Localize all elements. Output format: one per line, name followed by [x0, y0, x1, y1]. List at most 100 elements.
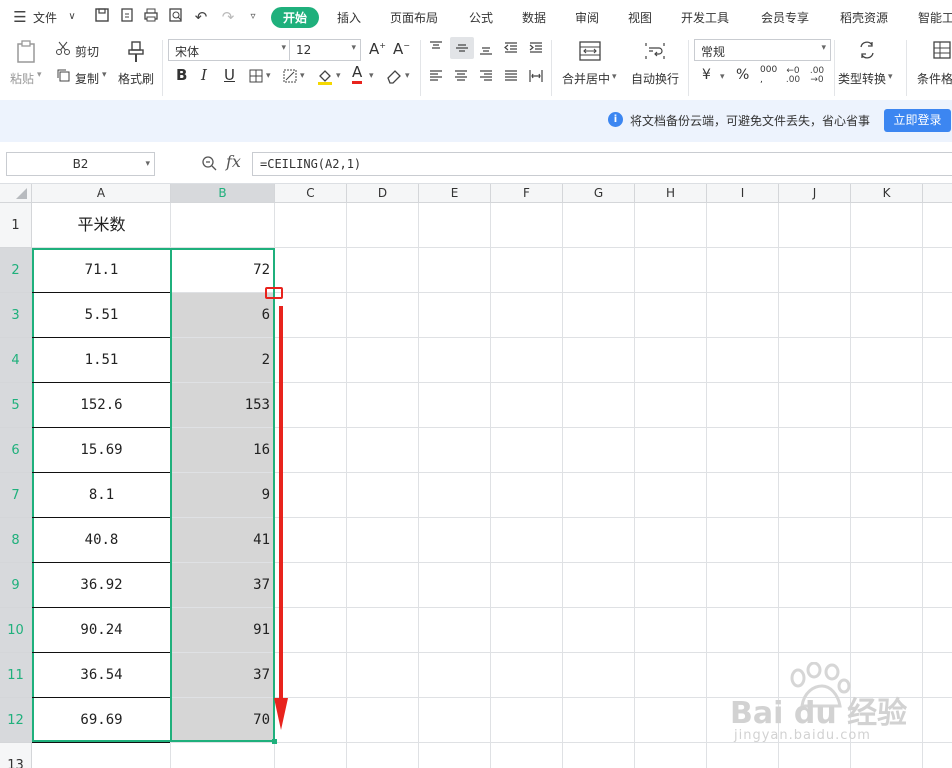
row-header-2[interactable]: 2 [0, 248, 32, 293]
align-top-icon[interactable] [428, 40, 444, 56]
number-format-dropdown[interactable]: 常规 ▾ [694, 39, 831, 61]
name-box[interactable]: B2 ▾ [6, 152, 155, 176]
cell-b1[interactable] [172, 203, 273, 247]
decrease-indent-icon[interactable] [503, 40, 519, 56]
currency-dropdown-icon[interactable]: ▾ [720, 72, 725, 82]
tab-docer-resources[interactable]: 稻壳资源 [840, 9, 888, 26]
increase-indent-icon[interactable] [528, 40, 544, 56]
copy-dropdown-icon[interactable]: ▾ [102, 70, 107, 80]
cut-button[interactable]: 剪切 [75, 43, 99, 60]
percent-icon[interactable]: % [736, 67, 749, 83]
tab-insert[interactable]: 插入 [337, 9, 361, 26]
tab-home[interactable]: 开始 [271, 7, 320, 28]
tab-review[interactable]: 审阅 [575, 9, 599, 26]
wrap-text-button[interactable]: 自动换行 [631, 70, 679, 87]
tab-view[interactable]: 视图 [628, 9, 652, 26]
align-center-icon[interactable] [453, 68, 469, 84]
column-header-a[interactable]: A [32, 184, 171, 203]
column-header-j[interactable]: J [779, 184, 851, 203]
tab-data[interactable]: 数据 [522, 9, 546, 26]
borders-icon[interactable] [248, 68, 264, 84]
tab-smart-tools[interactable]: 智能工 [918, 9, 952, 26]
type-convert-dropdown-icon[interactable]: ▾ [888, 72, 893, 82]
redo-icon[interactable]: ↷ [218, 7, 238, 27]
row-header-11[interactable]: 11 [0, 653, 32, 698]
chevron-down-icon[interactable]: ▾ [145, 153, 150, 175]
selection-range-b2-b12[interactable] [170, 248, 275, 742]
merge-center-icon[interactable] [577, 40, 603, 64]
fill-pattern-icon[interactable] [282, 68, 298, 84]
print-icon[interactable] [141, 7, 161, 27]
column-header-c[interactable]: C [275, 184, 347, 203]
align-right-icon[interactable] [478, 68, 494, 84]
quick-access-more-icon[interactable]: ▿ [243, 7, 263, 27]
formula-input[interactable]: =CEILING(A2,1) [252, 152, 952, 176]
format-painter-icon[interactable] [124, 40, 148, 66]
column-header-h[interactable]: H [635, 184, 707, 203]
hamburger-menu-icon[interactable]: ☰ [10, 7, 30, 27]
file-menu[interactable]: 文件 [33, 9, 57, 26]
column-header-e[interactable]: E [419, 184, 491, 203]
row-header-1[interactable]: 1 [0, 203, 32, 248]
select-all-corner[interactable] [0, 184, 32, 203]
scissors-icon[interactable] [54, 40, 72, 58]
format-painter-button[interactable]: 格式刷 [118, 70, 154, 87]
zoom-formula-icon[interactable] [201, 155, 217, 171]
font-color-icon[interactable]: A [352, 64, 363, 84]
clear-format-dropdown-icon[interactable]: ▾ [405, 71, 410, 81]
justify-icon[interactable] [503, 68, 519, 84]
row-header-10[interactable]: 10 [0, 608, 32, 653]
italic-icon[interactable]: I [201, 66, 207, 84]
column-header-d[interactable]: D [347, 184, 419, 203]
bold-icon[interactable]: B [176, 66, 187, 84]
font-name-dropdown[interactable]: 宋体 ▾ [168, 39, 291, 61]
copy-icon[interactable] [54, 67, 72, 85]
type-convert-icon[interactable] [856, 40, 878, 62]
tab-formulas[interactable]: 公式 [469, 9, 493, 26]
borders-dropdown-icon[interactable]: ▾ [266, 71, 271, 81]
increase-font-size-icon[interactable]: A+ [369, 40, 386, 58]
chevron-down-icon[interactable]: ∨ [62, 7, 82, 27]
align-bottom-icon[interactable] [478, 40, 494, 56]
font-size-dropdown[interactable]: 12 ▾ [289, 39, 361, 61]
row-header-7[interactable]: 7 [0, 473, 32, 518]
paste-label[interactable]: 粘贴 [10, 70, 34, 87]
fill-pattern-dropdown-icon[interactable]: ▾ [300, 71, 305, 81]
save-icon[interactable] [92, 7, 112, 27]
tab-page-layout[interactable]: 页面布局 [390, 9, 438, 26]
tab-developer[interactable]: 开发工具 [681, 9, 729, 26]
tab-member[interactable]: 会员专享 [761, 9, 809, 26]
clear-format-icon[interactable] [385, 67, 403, 85]
login-button[interactable]: 立即登录 [884, 109, 951, 132]
currency-icon[interactable]: ¥ [702, 67, 711, 83]
column-header-f[interactable]: F [491, 184, 563, 203]
decrease-decimal-icon[interactable]: .00 →0 [808, 67, 826, 85]
fill-handle[interactable] [272, 739, 277, 744]
spreadsheet-grid[interactable]: A B C D E F G H I J K 1 2 3 4 5 6 7 8 9 10 11 12 13 … [0, 184, 952, 768]
row-header-6[interactable]: 6 [0, 428, 32, 473]
column-header-b[interactable]: B [171, 184, 275, 203]
row-header-12[interactable]: 12 [0, 698, 32, 743]
merge-center-dropdown-icon[interactable]: ▾ [612, 72, 617, 82]
copy-button[interactable]: 复制 [75, 70, 99, 87]
thousands-separator-icon[interactable]: 000, [760, 65, 777, 85]
insert-function-icon[interactable]: fx [226, 152, 241, 171]
increase-decimal-icon[interactable]: ←0.00 [784, 67, 802, 85]
paste-dropdown-icon[interactable]: ▾ [37, 70, 42, 80]
decrease-font-size-icon[interactable]: A− [393, 40, 410, 58]
row-header-5[interactable]: 5 [0, 383, 32, 428]
distributed-align-icon[interactable] [528, 68, 544, 84]
type-convert-button[interactable]: 类型转换 [838, 70, 886, 87]
row-header-4[interactable]: 4 [0, 338, 32, 383]
align-middle-icon[interactable] [450, 37, 474, 59]
row-header-8[interactable]: 8 [0, 518, 32, 563]
row-header-9[interactable]: 9 [0, 563, 32, 608]
undo-icon[interactable]: ↶ [191, 7, 211, 27]
row-header-3[interactable]: 3 [0, 293, 32, 338]
align-left-icon[interactable] [428, 68, 444, 84]
underline-icon[interactable]: U [224, 66, 235, 84]
column-header-i[interactable]: I [707, 184, 779, 203]
conditional-format-button[interactable]: 条件格 [917, 70, 952, 87]
row-header-13[interactable]: 13 [0, 743, 32, 768]
conditional-format-icon[interactable] [931, 40, 952, 62]
